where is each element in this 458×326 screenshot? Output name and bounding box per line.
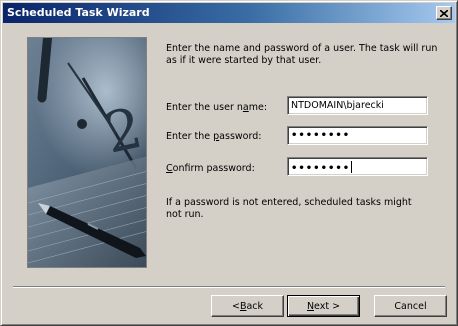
confirm-password-label: Confirm password: (166, 163, 255, 174)
password-field[interactable]: •••••••• (287, 126, 428, 145)
username-label: Enter the user name: (166, 102, 267, 113)
username-label-text-end: me: (248, 102, 268, 113)
back-label-post: ack (246, 300, 264, 312)
close-icon (440, 9, 448, 17)
password-label: Enter the password: (166, 131, 261, 142)
confirm-password-field[interactable]: •••••••• (287, 157, 428, 176)
close-button[interactable] (436, 6, 452, 20)
title-bar: Scheduled Task Wizard (3, 3, 455, 23)
back-label-pre: < (231, 300, 240, 312)
confirm-accel-key: C (166, 163, 173, 174)
intro-text: Enter the name and password of a user. T… (166, 43, 438, 66)
next-label-post: ext > (314, 300, 341, 312)
password-value: •••••••• (291, 130, 351, 141)
cancel-button[interactable]: Cancel (374, 295, 447, 317)
next-accel-key: N (306, 300, 315, 312)
text-caret (351, 161, 353, 173)
password-label-text: Enter the (166, 131, 214, 142)
wizard-dialog: Scheduled Task Wizard 2 Enter the name a… (0, 0, 458, 326)
next-button[interactable]: Next > (287, 295, 360, 317)
wizard-clock-image: 2 (27, 37, 147, 268)
password-label-text-end: assword: (219, 131, 262, 142)
button-divider (13, 286, 445, 288)
username-field[interactable]: NTDOMAIN\bjarecki (287, 96, 428, 115)
window-title: Scheduled Task Wizard (7, 6, 150, 19)
clock-pen-illustration: 2 (28, 38, 146, 267)
confirm-label-text-end: onfirm password: (172, 163, 255, 174)
username-label-text: Enter the user n (166, 102, 243, 113)
confirm-password-value: •••••••• (291, 163, 351, 174)
warning-text: If a password is not entered, scheduled … (166, 197, 412, 220)
back-button[interactable]: < Back (211, 295, 284, 317)
